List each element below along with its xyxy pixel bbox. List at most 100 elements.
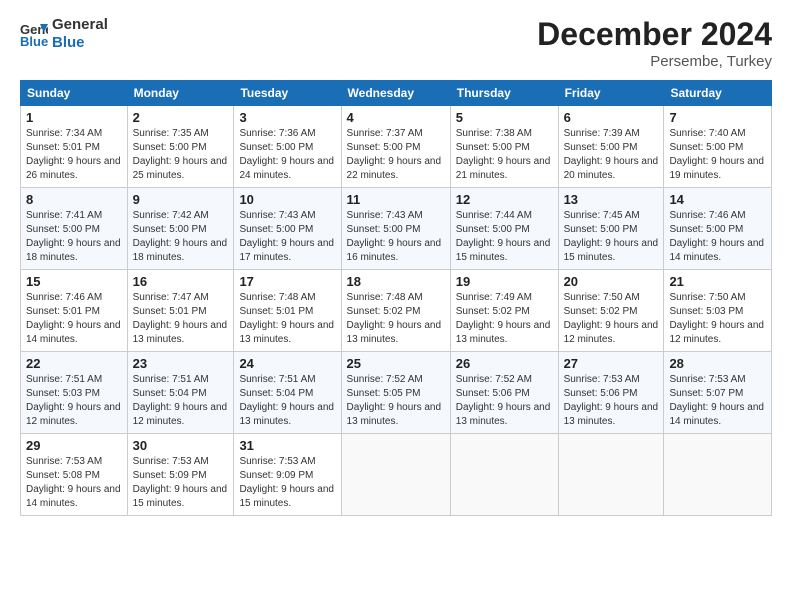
- calendar-cell: 8Sunrise: 7:41 AMSunset: 5:00 PMDaylight…: [21, 188, 128, 270]
- page: General Blue General Blue December 2024 …: [0, 0, 792, 612]
- calendar-cell: 22 Sunrise: 7:51 AMSunset: 5:03 PMDayligh…: [21, 352, 128, 434]
- day-number: 3: [239, 110, 335, 125]
- day-info: Sunrise: 7:47 AMSunset: 5:01 PMDaylight:…: [133, 291, 229, 347]
- calendar-cell: [450, 434, 558, 516]
- calendar-week-row: 8Sunrise: 7:41 AMSunset: 5:00 PMDaylight…: [21, 188, 772, 270]
- calendar-cell: [558, 434, 664, 516]
- calendar-cell: 3 Sunrise: 7:36 AMSunset: 5:00 PMDaylight…: [234, 106, 341, 188]
- calendar-cell: 11 Sunrise: 7:43 AMSunset: 5:00 PMDayligh…: [341, 188, 450, 270]
- day-number: 9: [133, 192, 229, 207]
- day-info: Sunrise: 7:46 AMSunset: 5:00 PMDaylight:…: [669, 209, 766, 265]
- calendar-week-row: 22 Sunrise: 7:51 AMSunset: 5:03 PMDayligh…: [21, 352, 772, 434]
- calendar-cell: 12Sunrise: 7:44 AMSunset: 5:00 PMDayligh…: [450, 188, 558, 270]
- calendar-cell: 6Sunrise: 7:39 AMSunset: 5:00 PMDaylight…: [558, 106, 664, 188]
- day-info: Sunrise: 7:53 AMSunset: 5:07 PMDaylight:…: [669, 373, 766, 429]
- day-number: 12: [456, 192, 553, 207]
- logo-icon: General Blue: [20, 20, 48, 48]
- day-info: Sunrise: 7:43 AMSunset: 5:00 PMDaylight:…: [239, 209, 335, 265]
- title-block: December 2024 Persembe, Turkey: [537, 16, 772, 70]
- day-info: Sunrise: 7:52 AMSunset: 5:05 PMDaylight:…: [347, 373, 445, 429]
- day-info: Sunrise: 7:49 AMSunset: 5:02 PMDaylight:…: [456, 291, 553, 347]
- day-number: 19: [456, 274, 553, 289]
- day-number: 24: [239, 356, 335, 371]
- day-number: 10: [239, 192, 335, 207]
- weekday-header: Saturday: [664, 81, 772, 106]
- day-info: Sunrise: 7:50 AMSunset: 5:02 PMDaylight:…: [564, 291, 659, 347]
- day-number: 13: [564, 192, 659, 207]
- day-number: 31: [239, 438, 335, 453]
- calendar-week-row: 15Sunrise: 7:46 AMSunset: 5:01 PMDayligh…: [21, 270, 772, 352]
- calendar-header-row: SundayMondayTuesdayWednesdayThursdayFrid…: [21, 81, 772, 106]
- day-info: Sunrise: 7:51 AMSunset: 5:04 PMDaylight:…: [239, 373, 335, 429]
- day-info: Sunrise: 7:53 AMSunset: 5:08 PMDaylight:…: [26, 455, 122, 511]
- day-info: Sunrise: 7:46 AMSunset: 5:01 PMDaylight:…: [26, 291, 122, 347]
- day-info: Sunrise: 7:53 AMSunset: 5:09 PMDaylight:…: [133, 455, 229, 511]
- day-info: Sunrise: 7:34 AMSunset: 5:01 PMDaylight:…: [26, 127, 122, 183]
- calendar-table: SundayMondayTuesdayWednesdayThursdayFrid…: [20, 80, 772, 516]
- calendar-cell: 23Sunrise: 7:51 AMSunset: 5:04 PMDayligh…: [127, 352, 234, 434]
- logo: General Blue General Blue: [20, 16, 108, 52]
- day-number: 22: [26, 356, 122, 371]
- calendar-cell: 4Sunrise: 7:37 AMSunset: 5:00 PMDaylight…: [341, 106, 450, 188]
- calendar-cell: 10 Sunrise: 7:43 AMSunset: 5:00 PMDayligh…: [234, 188, 341, 270]
- day-info: Sunrise: 7:35 AMSunset: 5:00 PMDaylight:…: [133, 127, 229, 183]
- day-number: 18: [347, 274, 445, 289]
- day-info: Sunrise: 7:40 AMSunset: 5:00 PMDaylight:…: [669, 127, 766, 183]
- weekday-header: Thursday: [450, 81, 558, 106]
- location-title: Persembe, Turkey: [537, 53, 772, 70]
- calendar-cell: 21 Sunrise: 7:50 AMSunset: 5:03 PMDayligh…: [664, 270, 772, 352]
- day-info: Sunrise: 7:52 AMSunset: 5:06 PMDaylight:…: [456, 373, 553, 429]
- day-number: 17: [239, 274, 335, 289]
- day-info: Sunrise: 7:38 AMSunset: 5:00 PMDaylight:…: [456, 127, 553, 183]
- calendar-cell: 13 Sunrise: 7:45 AMSunset: 5:00 PMDayligh…: [558, 188, 664, 270]
- calendar-cell: 9 Sunrise: 7:42 AMSunset: 5:00 PMDaylight…: [127, 188, 234, 270]
- calendar-cell: 18Sunrise: 7:48 AMSunset: 5:02 PMDayligh…: [341, 270, 450, 352]
- day-number: 2: [133, 110, 229, 125]
- calendar-cell: 17 Sunrise: 7:48 AMSunset: 5:01 PMDayligh…: [234, 270, 341, 352]
- day-info: Sunrise: 7:41 AMSunset: 5:00 PMDaylight:…: [26, 209, 122, 265]
- month-title: December 2024: [537, 16, 772, 53]
- day-info: Sunrise: 7:51 AMSunset: 5:04 PMDaylight:…: [133, 373, 229, 429]
- header: General Blue General Blue December 2024 …: [20, 16, 772, 70]
- weekday-header: Friday: [558, 81, 664, 106]
- calendar-week-row: 29 Sunrise: 7:53 AMSunset: 5:08 PMDayligh…: [21, 434, 772, 516]
- day-number: 29: [26, 438, 122, 453]
- day-number: 25: [347, 356, 445, 371]
- calendar-cell: 26Sunrise: 7:52 AMSunset: 5:06 PMDayligh…: [450, 352, 558, 434]
- calendar-cell: 14Sunrise: 7:46 AMSunset: 5:00 PMDayligh…: [664, 188, 772, 270]
- day-info: Sunrise: 7:45 AMSunset: 5:00 PMDaylight:…: [564, 209, 659, 265]
- weekday-header: Sunday: [21, 81, 128, 106]
- day-number: 28: [669, 356, 766, 371]
- day-info: Sunrise: 7:42 AMSunset: 5:00 PMDaylight:…: [133, 209, 229, 265]
- calendar-cell: 31 Sunrise: 7:53 AMSunset: 9:09 PMDayligh…: [234, 434, 341, 516]
- weekday-header: Wednesday: [341, 81, 450, 106]
- calendar-cell: 16Sunrise: 7:47 AMSunset: 5:01 PMDayligh…: [127, 270, 234, 352]
- day-info: Sunrise: 7:36 AMSunset: 5:00 PMDaylight:…: [239, 127, 335, 183]
- day-number: 1: [26, 110, 122, 125]
- calendar-cell: 24 Sunrise: 7:51 AMSunset: 5:04 PMDayligh…: [234, 352, 341, 434]
- day-info: Sunrise: 7:50 AMSunset: 5:03 PMDaylight:…: [669, 291, 766, 347]
- calendar-cell: 30 Sunrise: 7:53 AMSunset: 5:09 PMDayligh…: [127, 434, 234, 516]
- calendar-cell: 2 Sunrise: 7:35 AMSunset: 5:00 PMDaylight…: [127, 106, 234, 188]
- logo-line2: Blue: [52, 34, 108, 52]
- calendar-cell: 15Sunrise: 7:46 AMSunset: 5:01 PMDayligh…: [21, 270, 128, 352]
- calendar-week-row: 1 Sunrise: 7:34 AMSunset: 5:01 PMDaylight…: [21, 106, 772, 188]
- day-info: Sunrise: 7:43 AMSunset: 5:00 PMDaylight:…: [347, 209, 445, 265]
- calendar-cell: 29 Sunrise: 7:53 AMSunset: 5:08 PMDayligh…: [21, 434, 128, 516]
- day-number: 20: [564, 274, 659, 289]
- day-number: 7: [669, 110, 766, 125]
- calendar-cell: 5Sunrise: 7:38 AMSunset: 5:00 PMDaylight…: [450, 106, 558, 188]
- day-number: 30: [133, 438, 229, 453]
- day-number: 21: [669, 274, 766, 289]
- logo-line1: General: [52, 16, 108, 34]
- calendar-cell: 28 Sunrise: 7:53 AMSunset: 5:07 PMDayligh…: [664, 352, 772, 434]
- day-info: Sunrise: 7:48 AMSunset: 5:01 PMDaylight:…: [239, 291, 335, 347]
- calendar-cell: [341, 434, 450, 516]
- day-info: Sunrise: 7:39 AMSunset: 5:00 PMDaylight:…: [564, 127, 659, 183]
- day-info: Sunrise: 7:53 AMSunset: 9:09 PMDaylight:…: [239, 455, 335, 511]
- day-number: 11: [347, 192, 445, 207]
- weekday-header: Monday: [127, 81, 234, 106]
- calendar-cell: 20 Sunrise: 7:50 AMSunset: 5:02 PMDayligh…: [558, 270, 664, 352]
- day-info: Sunrise: 7:51 AMSunset: 5:03 PMDaylight:…: [26, 373, 122, 429]
- calendar-cell: 25 Sunrise: 7:52 AMSunset: 5:05 PMDayligh…: [341, 352, 450, 434]
